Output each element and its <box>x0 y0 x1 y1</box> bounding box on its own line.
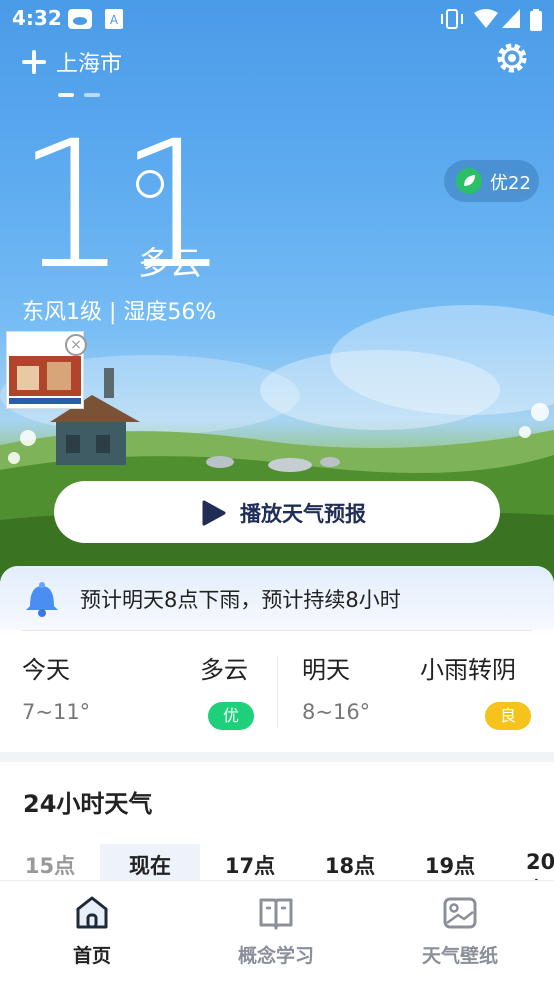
divider <box>277 656 278 728</box>
svg-text:A: A <box>110 13 119 27</box>
bottom-tab-bar: 首页 概念学习 天气壁纸 <box>0 880 554 984</box>
hourly-section: 24小时天气 15点 现在 17点 18点 19点 20点 <box>0 762 554 902</box>
tab-concept-learning[interactable]: 概念学习 <box>184 881 368 981</box>
status-bar: 4:32 A <box>0 0 554 38</box>
add-city-icon[interactable] <box>20 48 48 76</box>
tomorrow-range: 8~16° <box>302 700 371 724</box>
page-dot <box>84 93 100 97</box>
hour-label-now[interactable]: 现在 <box>100 850 200 880</box>
tab-home[interactable]: 首页 <box>0 881 184 981</box>
bell-icon <box>26 582 58 617</box>
book-icon <box>259 898 293 930</box>
alert-text: 预计明天8点下雨，预计持续8小时 <box>80 588 401 612</box>
hour-label[interactable]: 15点 <box>0 850 100 880</box>
gear-icon[interactable] <box>494 40 530 76</box>
close-icon[interactable]: × <box>65 334 87 356</box>
rain-alert[interactable]: 预计明天8点下雨，预计持续8小时 <box>0 566 554 630</box>
ad-thumbnail[interactable]: × <box>6 331 87 409</box>
cloud-icon <box>68 9 92 29</box>
wind-humidity: 东风1级 | 湿度56% <box>22 300 217 325</box>
tomorrow-condition: 小雨转阴 <box>420 656 516 684</box>
leaf-icon <box>456 168 482 194</box>
tab-concept-label: 概念学习 <box>237 945 314 967</box>
status-time: 4:32 <box>12 6 62 30</box>
battery-icon <box>530 9 542 31</box>
divider <box>22 630 532 631</box>
play-forecast-button[interactable]: 播放天气预报 <box>54 481 500 543</box>
city-name[interactable]: 上海市 <box>56 46 122 78</box>
app-icon: A <box>105 9 123 29</box>
current-condition: 多云 <box>138 244 203 282</box>
hour-label[interactable]: 19点 <box>400 850 500 880</box>
degree-symbol-icon <box>136 170 164 198</box>
aqi-value: 优22 <box>490 173 531 194</box>
forecast-card: 预计明天8点下雨，预计持续8小时 今天 多云 7~11° 优 明天 小雨转阴 8… <box>0 566 554 752</box>
hourly-title: 24小时天气 <box>23 790 153 818</box>
home-icon <box>76 896 108 929</box>
wallpaper-icon <box>443 897 477 929</box>
play-forecast-label: 播放天气预报 <box>240 502 366 526</box>
aqi-badge[interactable]: 优22 <box>444 160 539 202</box>
hour-label[interactable]: 17点 <box>200 850 300 880</box>
tab-weather-wallpaper[interactable]: 天气壁纸 <box>368 881 552 981</box>
today-quality-badge: 优 <box>208 702 254 730</box>
today-label: 今天 <box>22 656 70 684</box>
today-range: 7~11° <box>22 700 91 724</box>
page-indicator <box>58 82 110 101</box>
tab-wallpaper-label: 天气壁纸 <box>421 945 498 967</box>
today-condition: 多云 <box>200 656 248 684</box>
signal-icon <box>502 9 520 28</box>
tomorrow-label: 明天 <box>302 656 350 684</box>
wifi-icon <box>474 9 498 28</box>
tomorrow-quality-badge: 良 <box>485 702 531 730</box>
tab-home-label: 首页 <box>72 945 111 967</box>
play-icon <box>202 500 226 526</box>
page-dot-active <box>58 93 74 97</box>
hour-label[interactable]: 18点 <box>300 850 400 880</box>
section-gap <box>0 752 554 762</box>
vibrate-icon <box>441 9 463 29</box>
